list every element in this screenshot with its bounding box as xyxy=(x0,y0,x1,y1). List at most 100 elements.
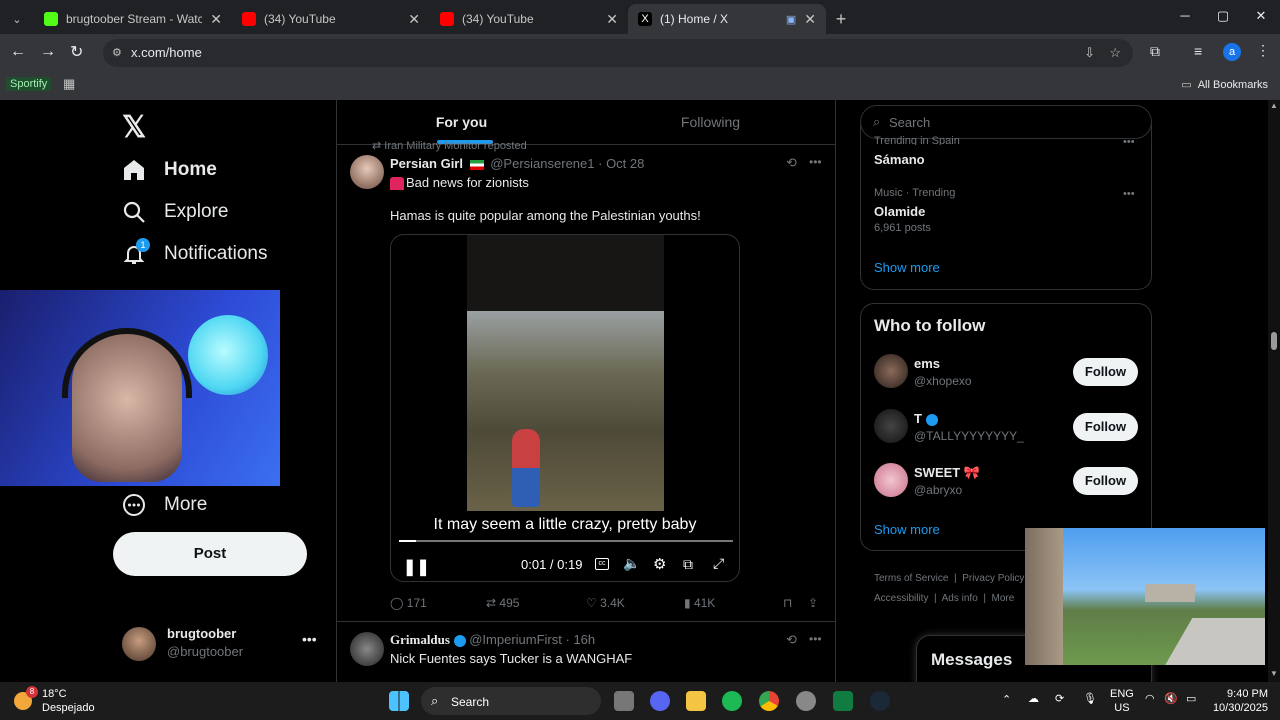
clock[interactable]: 9:40 PM 10/30/2025 xyxy=(1208,687,1268,715)
tool-app-icon[interactable] xyxy=(796,691,816,711)
footer-terms[interactable]: Terms of Service xyxy=(874,573,948,584)
menu-kebab-icon[interactable]: ⋮ xyxy=(1256,42,1270,59)
wifi-icon[interactable]: ◠ xyxy=(1145,692,1155,705)
footer-accessibility[interactable]: Accessibility xyxy=(874,593,928,604)
taskbar-search[interactable]: ⌕ Search xyxy=(421,687,601,715)
post-button[interactable]: Post xyxy=(113,532,307,576)
tab-x-home[interactable]: X (1) Home / X ▣ ✕ xyxy=(628,4,826,34)
suggested-user-name[interactable]: T xyxy=(914,411,938,426)
follow-button[interactable]: Follow xyxy=(1073,467,1138,495)
back-icon[interactable]: ← xyxy=(10,43,26,61)
tweet-date[interactable]: · Oct 28 xyxy=(598,156,644,171)
media-controls-icon[interactable]: ≡ xyxy=(1194,43,1202,59)
tweet2-date[interactable]: · 16h xyxy=(566,632,596,647)
scroll-down-arrow[interactable]: ▼ xyxy=(1270,669,1278,678)
footer-more[interactable]: More xyxy=(992,593,1015,604)
trend-top-name[interactable]: Sámano xyxy=(874,152,925,167)
tweet-author-handle[interactable]: @Persianserene1 xyxy=(490,156,594,171)
grok-icon[interactable]: ⟲ xyxy=(786,155,797,171)
video-player[interactable]: It may seem a little crazy, pretty baby … xyxy=(390,234,740,582)
follow-show-more[interactable]: Show more xyxy=(874,522,940,537)
all-bookmarks[interactable]: ▭ All Bookmarks xyxy=(1181,78,1268,91)
bookmark-icon[interactable]: ⊓ xyxy=(783,596,792,610)
battery-icon[interactable]: ▭ xyxy=(1186,692,1196,705)
tab-search-button[interactable]: ⌄ xyxy=(0,4,34,34)
nav-more[interactable]: More xyxy=(122,493,207,517)
footer-ads[interactable]: Ads info xyxy=(942,593,978,604)
fullscreen-icon[interactable]: ⤢ xyxy=(713,555,724,572)
language-indicator[interactable]: ENG US xyxy=(1110,687,1134,715)
forward-icon[interactable]: → xyxy=(40,43,56,61)
reply-button[interactable]: ◯ 171 xyxy=(390,596,427,610)
install-icon[interactable]: ⇩ xyxy=(1084,39,1095,67)
suggested-user-avatar[interactable] xyxy=(874,354,908,388)
tab-kick[interactable]: brugtoober Stream - Watch Live✕ xyxy=(34,4,232,34)
close-window-icon[interactable]: ✕ xyxy=(1242,0,1280,34)
close-icon[interactable]: ✕ xyxy=(408,11,420,28)
tweet2-author-handle[interactable]: @ImperiumFirst xyxy=(469,632,562,647)
volume-muted-icon[interactable]: 🔇 xyxy=(1164,692,1178,705)
scrollbar-thumb[interactable] xyxy=(1271,332,1277,350)
pause-icon[interactable]: ❚❚ xyxy=(403,557,430,577)
tweet-more-icon[interactable]: ••• xyxy=(809,632,822,646)
tweet2-author-name[interactable]: Grimaldus xyxy=(390,632,450,647)
views-button[interactable]: ▮ 41K xyxy=(684,596,715,610)
trend-more-icon[interactable]: ••• xyxy=(1123,136,1135,148)
tray-overflow-icon[interactable]: ⌃ xyxy=(1002,693,1011,706)
steam-icon[interactable] xyxy=(870,691,890,711)
more-dots-icon[interactable]: ••• xyxy=(302,631,317,647)
extensions-icon[interactable]: ⧉ xyxy=(1150,43,1160,60)
bookmark-sportify[interactable]: Sportify xyxy=(6,77,52,91)
settings-icon[interactable]: ⚙ xyxy=(653,555,666,573)
tab-youtube-1[interactable]: (34) YouTube ✕ xyxy=(232,4,430,34)
new-tab-button[interactable]: + xyxy=(826,4,856,34)
suggested-user-avatar[interactable] xyxy=(874,409,908,443)
minimize-icon[interactable]: ─ xyxy=(1166,0,1204,34)
pip-icon[interactable]: ⧉ xyxy=(683,556,693,573)
tweet-more-icon[interactable]: ••• xyxy=(809,155,822,169)
task-view-icon[interactable] xyxy=(614,691,634,711)
captions-icon[interactable]: cc xyxy=(595,558,609,570)
suggested-user-name[interactable]: ems xyxy=(914,356,940,371)
file-explorer-icon[interactable] xyxy=(686,691,706,711)
excel-icon[interactable] xyxy=(833,691,853,711)
close-icon[interactable]: ✕ xyxy=(210,11,222,28)
footer-privacy[interactable]: Privacy Policy xyxy=(962,573,1024,584)
nav-explore[interactable]: Explore xyxy=(122,200,228,224)
apps-grid-icon[interactable]: ▦ xyxy=(63,76,75,92)
onedrive-icon[interactable]: ☁ xyxy=(1028,692,1039,705)
maximize-icon[interactable]: ▢ xyxy=(1204,0,1242,34)
trends-show-more[interactable]: Show more xyxy=(874,260,940,275)
volume-icon[interactable]: 🔈 xyxy=(623,555,640,572)
sync-icon[interactable]: ⟳ xyxy=(1055,692,1064,705)
bookmark-star-icon[interactable]: ☆ xyxy=(1109,39,1121,67)
tweet2-avatar[interactable] xyxy=(350,632,384,666)
tab-following[interactable]: Following xyxy=(586,100,835,144)
tab-youtube-2[interactable]: (34) YouTube ✕ xyxy=(430,4,628,34)
microphone-icon[interactable]: 🎙 xyxy=(1083,692,1097,705)
weather-widget[interactable]: 8 18°C Despejado xyxy=(14,686,104,716)
tweet-author-name[interactable]: Persian Girl xyxy=(390,156,463,171)
like-button[interactable]: ♡ 3.4K xyxy=(586,596,625,610)
account-switcher[interactable]: brugtoober @brugtoober ••• xyxy=(122,625,322,665)
repost-button[interactable]: ⇄ 495 xyxy=(486,596,519,610)
tab-for-you[interactable]: For you xyxy=(337,100,586,144)
grok-icon[interactable]: ⟲ xyxy=(786,632,797,648)
share-icon[interactable]: ⇪ xyxy=(808,596,818,610)
nav-notifications[interactable]: Notifications 1 xyxy=(122,238,268,266)
follow-button[interactable]: Follow xyxy=(1073,358,1138,386)
chrome-icon[interactable] xyxy=(759,691,779,711)
suggested-user-avatar[interactable] xyxy=(874,463,908,497)
profile-avatar[interactable]: a xyxy=(1223,43,1241,61)
trend2-name[interactable]: Olamide xyxy=(874,204,925,219)
trend-more-icon[interactable]: ••• xyxy=(1123,188,1135,200)
suggested-user-name[interactable]: SWEET 🎀 xyxy=(914,465,980,481)
discord-icon[interactable] xyxy=(650,691,670,711)
close-icon[interactable]: ✕ xyxy=(606,11,618,28)
page-scrollbar[interactable]: ▲ ▼ xyxy=(1268,100,1280,682)
reload-icon[interactable]: ↻ xyxy=(70,42,83,62)
x-logo[interactable]: 𝕏 xyxy=(122,110,146,145)
address-bar[interactable]: ⚙ x.com/home ⇩ ☆ xyxy=(103,39,1133,67)
video-progress-track[interactable] xyxy=(399,540,733,542)
scroll-up-arrow[interactable]: ▲ xyxy=(1270,101,1278,110)
